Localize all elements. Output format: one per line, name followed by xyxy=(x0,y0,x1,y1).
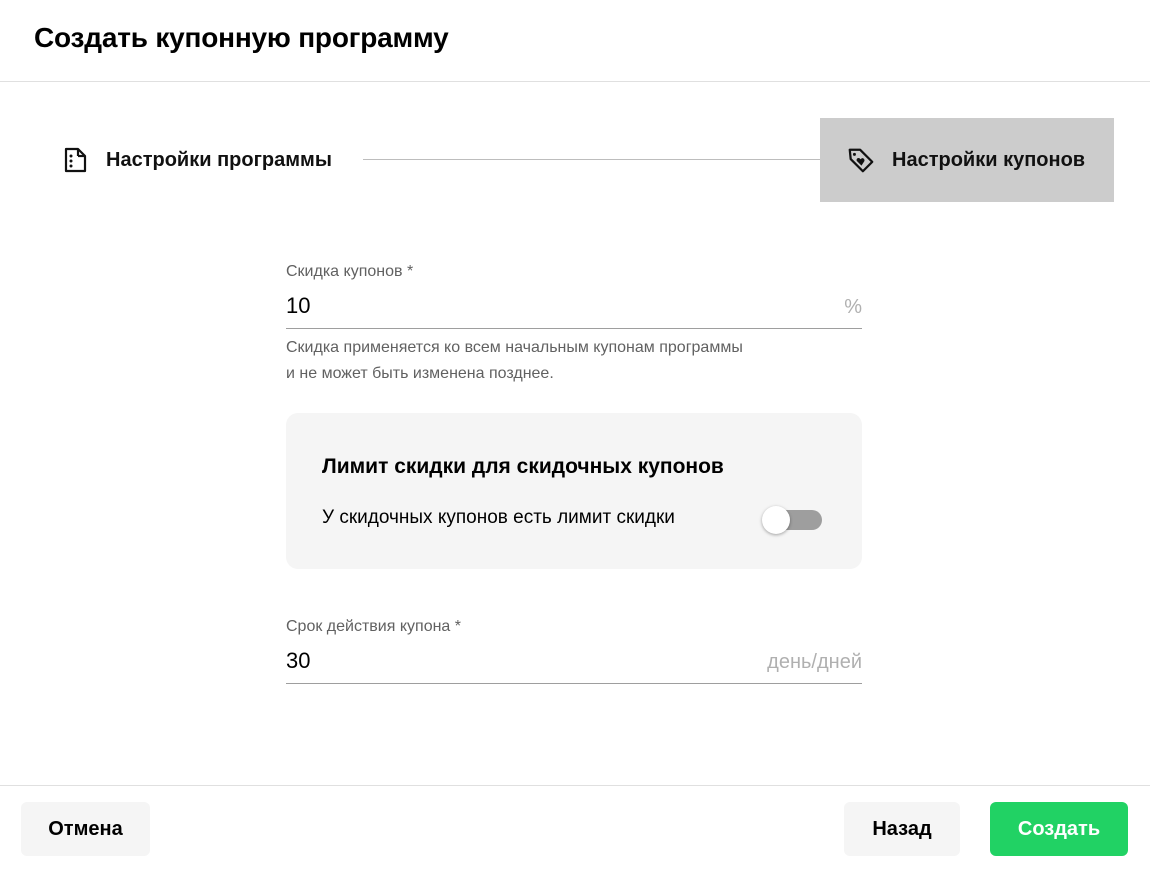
discount-label: Скидка купонов * xyxy=(286,263,414,280)
validity-value[interactable]: 30 xyxy=(286,648,310,674)
validity-input[interactable]: 30 день/дней xyxy=(286,638,862,684)
step-label: Настройки программы xyxy=(106,148,332,171)
dialog-header: Создать купонную программу xyxy=(0,0,1150,82)
document-icon xyxy=(60,145,90,175)
discount-suffix: % xyxy=(844,296,862,318)
limit-title: Лимит скидки для скидочных купонов xyxy=(322,455,724,478)
step-program-settings[interactable]: Настройки программы xyxy=(60,118,332,202)
create-button[interactable]: Создать xyxy=(990,802,1128,856)
discount-limit-card: Лимит скидки для скидочных купонов У ски… xyxy=(286,413,862,569)
cancel-button[interactable]: Отмена xyxy=(21,802,150,856)
step-coupon-settings[interactable]: Настройки купонов xyxy=(820,118,1114,202)
back-button[interactable]: Назад xyxy=(844,802,960,856)
dialog-title: Создать купонную программу xyxy=(34,22,449,53)
helper-line: Скидка применяется ко всем начальным куп… xyxy=(286,339,743,356)
step-label: Настройки купонов xyxy=(892,148,1086,171)
discount-helper-text: Скидка применяется ко всем начальным куп… xyxy=(286,335,862,387)
limit-toggle-label: У скидочных купонов есть лимит скидки xyxy=(322,507,675,528)
discount-value[interactable]: 10 xyxy=(286,293,310,319)
validity-field[interactable]: Срок действия купона * 30 день/дней xyxy=(286,618,862,684)
discount-field[interactable]: Скидка купонов * 10 % Скидка применяется… xyxy=(286,263,862,387)
helper-line: и не может быть изменена позднее. xyxy=(286,365,554,382)
stepper: Настройки программы Настройки купонов xyxy=(0,118,1150,202)
limit-toggle[interactable] xyxy=(762,506,822,534)
toggle-knob xyxy=(762,506,790,534)
tag-heart-icon xyxy=(846,145,876,175)
discount-input[interactable]: 10 % xyxy=(286,283,862,329)
dialog-footer: Отмена Назад Создать xyxy=(0,785,1150,870)
validity-label: Срок действия купона * xyxy=(286,618,461,635)
validity-suffix: день/дней xyxy=(767,651,862,673)
step-connector xyxy=(363,159,820,160)
